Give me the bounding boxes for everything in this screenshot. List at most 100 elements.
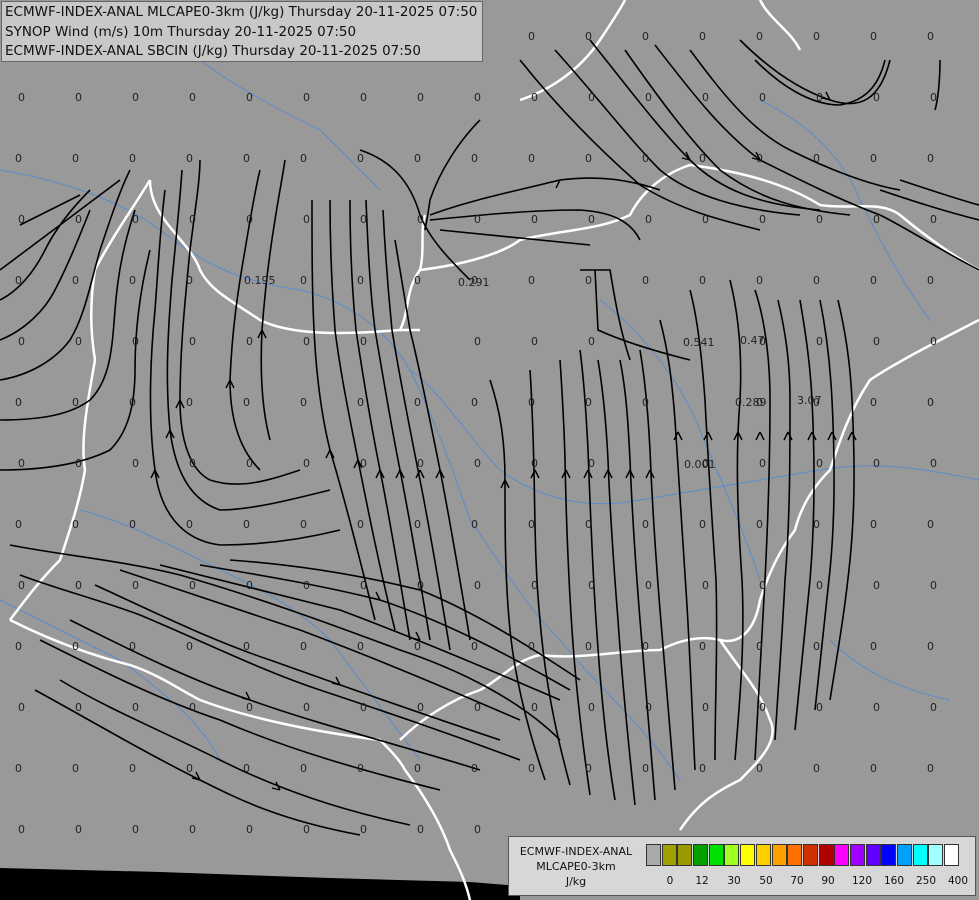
cin-grid-value: 0 bbox=[15, 640, 22, 653]
cin-grid-value: 0 bbox=[357, 274, 364, 287]
cin-grid-value: 0 bbox=[357, 762, 364, 775]
cin-grid-value: 0 bbox=[474, 457, 481, 470]
cin-grid-value: 0 bbox=[186, 518, 193, 531]
title-line-mlcape: ECMWF-INDEX-ANAL MLCAPE0-3km (J/kg) Thur… bbox=[5, 4, 478, 20]
cin-grid-value: 0 bbox=[816, 579, 823, 592]
cin-grid-value: 0 bbox=[129, 640, 136, 653]
cin-grid-value: 0 bbox=[357, 640, 364, 653]
cin-grid-value: 0 bbox=[15, 152, 22, 165]
legend-tick: 90 bbox=[821, 875, 835, 887]
cin-grid-value: 0 bbox=[930, 213, 937, 226]
cin-grid-value: 0 bbox=[189, 91, 196, 104]
legend-unit: J/kg bbox=[565, 875, 587, 888]
cin-grid-value: 0 bbox=[246, 335, 253, 348]
cin-grid-value: 0 bbox=[72, 274, 79, 287]
cin-grid-value: 0 bbox=[528, 640, 535, 653]
cin-grid-value: 0 bbox=[360, 213, 367, 226]
cin-grid-value: 0 bbox=[756, 518, 763, 531]
color-legend: ECMWF-INDEX-ANAL MLCAPE0-3km J/kg 0 12 30 5… bbox=[508, 836, 976, 896]
legend-tick: 70 bbox=[790, 875, 804, 887]
legend-tick: 160 bbox=[883, 875, 905, 887]
cin-grid-value: 0 bbox=[759, 457, 766, 470]
cin-grid-value: 0 bbox=[471, 396, 478, 409]
cin-grid-value: 0 bbox=[816, 335, 823, 348]
cin-grid-value: 0 bbox=[471, 640, 478, 653]
map-title-box: ECMWF-INDEX-ANAL MLCAPE0-3km (J/kg) Thur… bbox=[1, 1, 483, 62]
cin-grid-value: 0 bbox=[642, 640, 649, 653]
cin-grid-value: 0 bbox=[15, 396, 22, 409]
cin-grid-value: 0 bbox=[132, 701, 139, 714]
cin-grid-value: 0 bbox=[873, 91, 880, 104]
cin-grid-value: 0 bbox=[585, 518, 592, 531]
cin-grid-value: 0 bbox=[585, 762, 592, 775]
cin-grid-value: 0 bbox=[243, 762, 250, 775]
cin-grid-value: 0 bbox=[189, 579, 196, 592]
cin-grid-value: 0 bbox=[813, 30, 820, 43]
cin-grid-value: 0 bbox=[756, 30, 763, 43]
cin-grid-value: 0 bbox=[186, 762, 193, 775]
cin-grid-value: 0 bbox=[417, 823, 424, 836]
cin-grid-value: 0 bbox=[414, 640, 421, 653]
cin-grid-value: 0 bbox=[132, 823, 139, 836]
cin-grid-value: 0 bbox=[873, 213, 880, 226]
cin-grid-value: 0 bbox=[243, 518, 250, 531]
cin-grid-value: 0 bbox=[927, 518, 934, 531]
cin-grid-value: 0 bbox=[243, 152, 250, 165]
cin-grid-value: 0 bbox=[927, 30, 934, 43]
cin-grid-value: 0 bbox=[300, 152, 307, 165]
cin-grid-value: 0 bbox=[75, 579, 82, 592]
cin-grid-value: 0 bbox=[303, 823, 310, 836]
cin-grid-value: 0 bbox=[360, 823, 367, 836]
legend-tick: 50 bbox=[759, 875, 773, 887]
legend-swatch bbox=[677, 844, 693, 866]
cin-grid-value: 0 bbox=[531, 91, 538, 104]
cin-grid-value: 0 bbox=[18, 213, 25, 226]
cin-grid-value: 0 bbox=[471, 518, 478, 531]
legend-swatch bbox=[740, 844, 756, 866]
cin-grid-value: 0 bbox=[699, 274, 706, 287]
cin-grid-value: 0 bbox=[528, 152, 535, 165]
cin-grid-value: 0 bbox=[927, 152, 934, 165]
cin-grid-value: 0 bbox=[303, 579, 310, 592]
cin-grid-value: 0 bbox=[186, 640, 193, 653]
cin-grid-value: 0 bbox=[531, 701, 538, 714]
cin-grid-value: 0 bbox=[189, 213, 196, 226]
cin-grid-value: 0 bbox=[360, 579, 367, 592]
cin-grid-value: 0 bbox=[873, 335, 880, 348]
cin-grid-value: 0 bbox=[699, 152, 706, 165]
cin-grid-value: 0 bbox=[303, 91, 310, 104]
legend-swatch bbox=[755, 844, 771, 866]
cin-grid-value: 0 bbox=[75, 701, 82, 714]
cin-grid-value: 0 bbox=[303, 213, 310, 226]
cin-grid-value: 0 bbox=[414, 762, 421, 775]
cin-grid-value: 0 bbox=[528, 518, 535, 531]
cin-grid-value: 0 bbox=[699, 762, 706, 775]
cin-grid-value: 0 bbox=[759, 701, 766, 714]
legend-parameter: MLCAPE0-3km bbox=[536, 860, 616, 873]
cin-grid-value: 0 bbox=[303, 701, 310, 714]
legend-swatch bbox=[646, 844, 661, 866]
cin-grid-value: 0 bbox=[528, 396, 535, 409]
cin-grid-value: 0 bbox=[129, 274, 136, 287]
cin-grid-value: 0 bbox=[360, 701, 367, 714]
cin-value-label: 0.47 bbox=[740, 334, 765, 347]
legend-swatch bbox=[724, 844, 740, 866]
cin-grid-value: 0 bbox=[72, 640, 79, 653]
legend-swatch bbox=[944, 844, 960, 866]
cin-grid-value: 0 bbox=[816, 91, 823, 104]
cin-grid-value: 0 bbox=[474, 823, 481, 836]
cin-grid-value: 0 bbox=[189, 823, 196, 836]
cin-grid-value: 0 bbox=[702, 91, 709, 104]
cin-grid-value: 0 bbox=[930, 335, 937, 348]
cin-grid-value: 0 bbox=[18, 701, 25, 714]
cin-grid-value: 0 bbox=[246, 823, 253, 836]
cin-grid-value: 0 bbox=[870, 274, 877, 287]
cin-grid-value: 0 bbox=[759, 579, 766, 592]
cin-grid-value: 0 bbox=[75, 213, 82, 226]
cin-grid-value: 0 bbox=[75, 457, 82, 470]
cin-grid-value: 0 bbox=[756, 274, 763, 287]
cin-grid-value: 0 bbox=[645, 91, 652, 104]
cin-grid-value: 0 bbox=[75, 335, 82, 348]
legend-tick: 250 bbox=[915, 875, 937, 887]
legend-swatch bbox=[708, 844, 724, 866]
